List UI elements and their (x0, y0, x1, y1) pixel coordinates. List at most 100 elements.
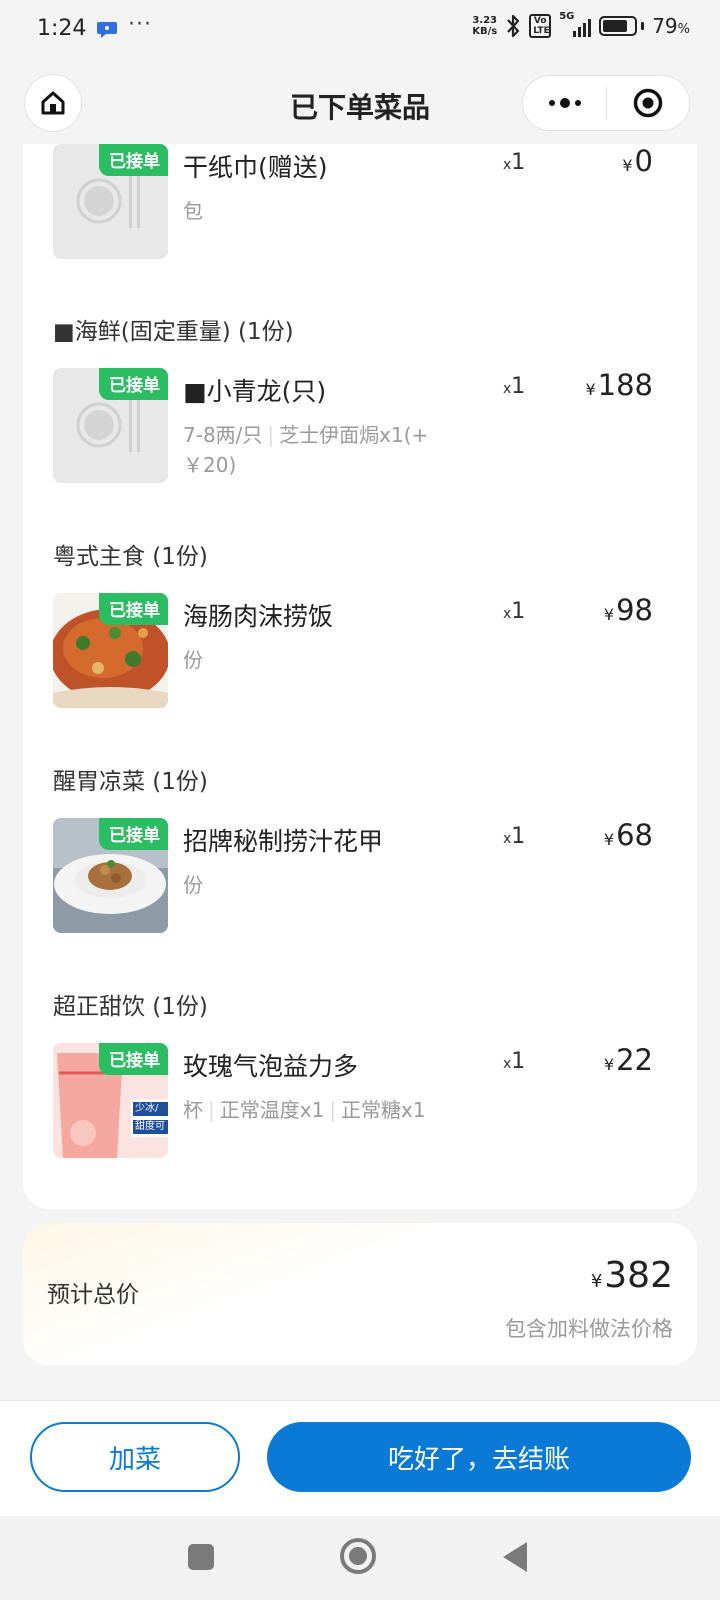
dish-quantity: x1 (503, 599, 525, 624)
dish-name: 干纸巾(赠送) (183, 153, 328, 182)
dish-price: ¥0 (622, 144, 653, 178)
order-list-card: 已接单 干纸巾(赠送) 包 x1 ¥0 ■海鲜(固定重量) (1份) 已接单 ■… (23, 144, 697, 1209)
status-time: 1:24 (37, 16, 87, 41)
dish-price: ¥22 (604, 1043, 653, 1077)
dish-image: 已接单 (53, 144, 168, 259)
order-item[interactable]: 已接单 海肠肉沫捞饭 份 x1 ¥98 (23, 593, 697, 709)
dish-price: ¥188 (585, 368, 653, 402)
spec-text: 份 (183, 873, 203, 897)
system-home-icon[interactable] (340, 1538, 376, 1574)
close-miniprogram-button[interactable] (607, 76, 689, 130)
spec-text: 包 (183, 199, 203, 223)
net-speed: 3.23 KB/s (472, 15, 497, 37)
total-price-value: 382 (604, 1255, 673, 1296)
dish-quantity: x1 (503, 824, 525, 849)
dish-spec: 7-8两/只 | 芝士伊面焗x1(+￥20) (183, 423, 429, 477)
order-item[interactable]: 已接单 招牌秘制捞汁花甲 份 x1 ¥68 (23, 818, 697, 934)
category-title: ■海鲜(固定重量) (1份) (53, 319, 294, 345)
dish-spec: 杯 | 正常温度x1 | 正常糖x1 (183, 1098, 426, 1122)
qty-value: 1 (511, 599, 526, 624)
drink-image-text: 甜度可 (135, 1121, 165, 1132)
spec-text: 份 (183, 648, 203, 672)
dish-name: 玫瑰气泡益力多 (183, 1052, 359, 1081)
category-title: 超正甜饮 (1份) (53, 994, 208, 1020)
currency-symbol: ¥ (585, 380, 596, 399)
currency-symbol: ¥ (603, 1055, 615, 1074)
category-title: 粤式主食 (1份) (53, 544, 208, 570)
checkout-button[interactable]: 吃好了，去结账 (267, 1422, 691, 1492)
net-speed-unit: KB/s (472, 26, 498, 37)
dish-spec: 份 (183, 645, 473, 675)
spec-text: 正常糖x1 (341, 1098, 426, 1122)
dish-quantity: x1 (503, 150, 525, 175)
dish-spec: 份 (183, 870, 473, 900)
battery-fill (603, 20, 627, 32)
bluetooth-icon (507, 14, 520, 38)
more-button[interactable] (523, 76, 606, 130)
total-note: 包含加料做法价格 (505, 1317, 673, 1341)
price-value: 98 (616, 593, 653, 627)
back-icon[interactable] (503, 1542, 527, 1572)
price-value: 188 (597, 368, 653, 402)
recent-apps-icon[interactable] (188, 1544, 214, 1570)
status-right: 3.23 KB/s Vo LTE 5G 79% (472, 11, 690, 38)
accepted-badge: 已接单 (99, 818, 168, 850)
category-title: 醒胃凉菜 (1份) (53, 769, 208, 795)
dish-image: 已接单 (53, 818, 168, 933)
accepted-badge: 已接单 (99, 144, 168, 176)
price-value: 68 (616, 818, 653, 852)
currency-symbol: ¥ (603, 605, 615, 624)
order-item[interactable]: 已接单 干纸巾(赠送) 包 x1 ¥0 (23, 144, 697, 260)
dish-price: ¥68 (604, 818, 653, 852)
spec-text: 杯 (183, 1098, 203, 1122)
battery-percent: 79 (652, 14, 678, 38)
status-more: ··· (128, 12, 152, 37)
action-bar: 加菜 吃好了，去结账 (0, 1400, 720, 1516)
dish-quantity: x1 (503, 1049, 525, 1074)
accepted-badge: 已接单 (99, 368, 168, 400)
nav-bar: 已下单菜品 (0, 70, 720, 140)
volte-label: Vo LTE (529, 14, 552, 38)
add-dish-button[interactable]: 加菜 (30, 1422, 240, 1492)
price-value: 22 (616, 1043, 653, 1077)
dish-image: 已接单 (53, 593, 168, 708)
currency-symbol: ¥ (622, 156, 633, 175)
accepted-badge: 已接单 (99, 593, 168, 625)
qty-value: 1 (511, 824, 526, 849)
dish-price: ¥98 (604, 593, 653, 627)
dish-name: 海肠肉沫捞饭 (183, 602, 334, 631)
close-miniprogram-icon (633, 88, 663, 118)
dish-name: ■小青龙(只) (183, 377, 327, 406)
drink-image-text: 少冰/ (135, 1103, 159, 1114)
qty-value: 1 (511, 374, 526, 399)
dish-spec: 包 (183, 196, 473, 226)
qty-value: 1 (511, 150, 526, 175)
order-item[interactable]: 少冰/ 甜度可 已接单 玫瑰气泡益力多 杯 | 正常温度x1 | 正常糖x1 x1 ¥2… (23, 1043, 697, 1159)
more-dots-icon (548, 98, 581, 108)
total-label: 预计总价 (47, 1282, 139, 1308)
currency-symbol: ¥ (603, 830, 615, 849)
battery-icon (599, 16, 645, 36)
dish-image: 已接单 (53, 368, 168, 483)
order-item[interactable]: 已接单 ■小青龙(只) 7-8两/只 | 芝士伊面焗x1(+￥20) x1 ¥188 (23, 368, 697, 484)
total-price: ¥382 (591, 1255, 673, 1296)
net-speed-value: 3.23 (472, 15, 498, 26)
dish-image: 少冰/ 甜度可 已接单 (53, 1043, 168, 1158)
dish-quantity: x1 (503, 374, 525, 399)
system-nav-bar (0, 1516, 720, 1600)
signal-icon: 5G (559, 11, 592, 37)
accepted-badge: 已接单 (99, 1043, 168, 1075)
currency-symbol: ¥ (590, 1271, 603, 1292)
spec-text: 正常温度x1 (219, 1098, 325, 1122)
signal-label: 5G (559, 11, 575, 22)
battery-percent-sign: % (677, 22, 690, 37)
battery-text: 79% (652, 14, 690, 38)
total-card: 预计总价 ¥382 包含加料做法价格 (23, 1223, 697, 1365)
status-bar: 1:24 ··· 3.23 KB/s Vo LTE 5G 79% (0, 0, 720, 62)
message-icon (97, 22, 117, 38)
price-value: 0 (634, 144, 653, 178)
spec-text: 7-8两/只 (183, 423, 263, 447)
qty-value: 1 (511, 1049, 526, 1074)
dish-name: 招牌秘制捞汁花甲 (183, 827, 384, 856)
miniprogram-capsule (522, 75, 690, 131)
